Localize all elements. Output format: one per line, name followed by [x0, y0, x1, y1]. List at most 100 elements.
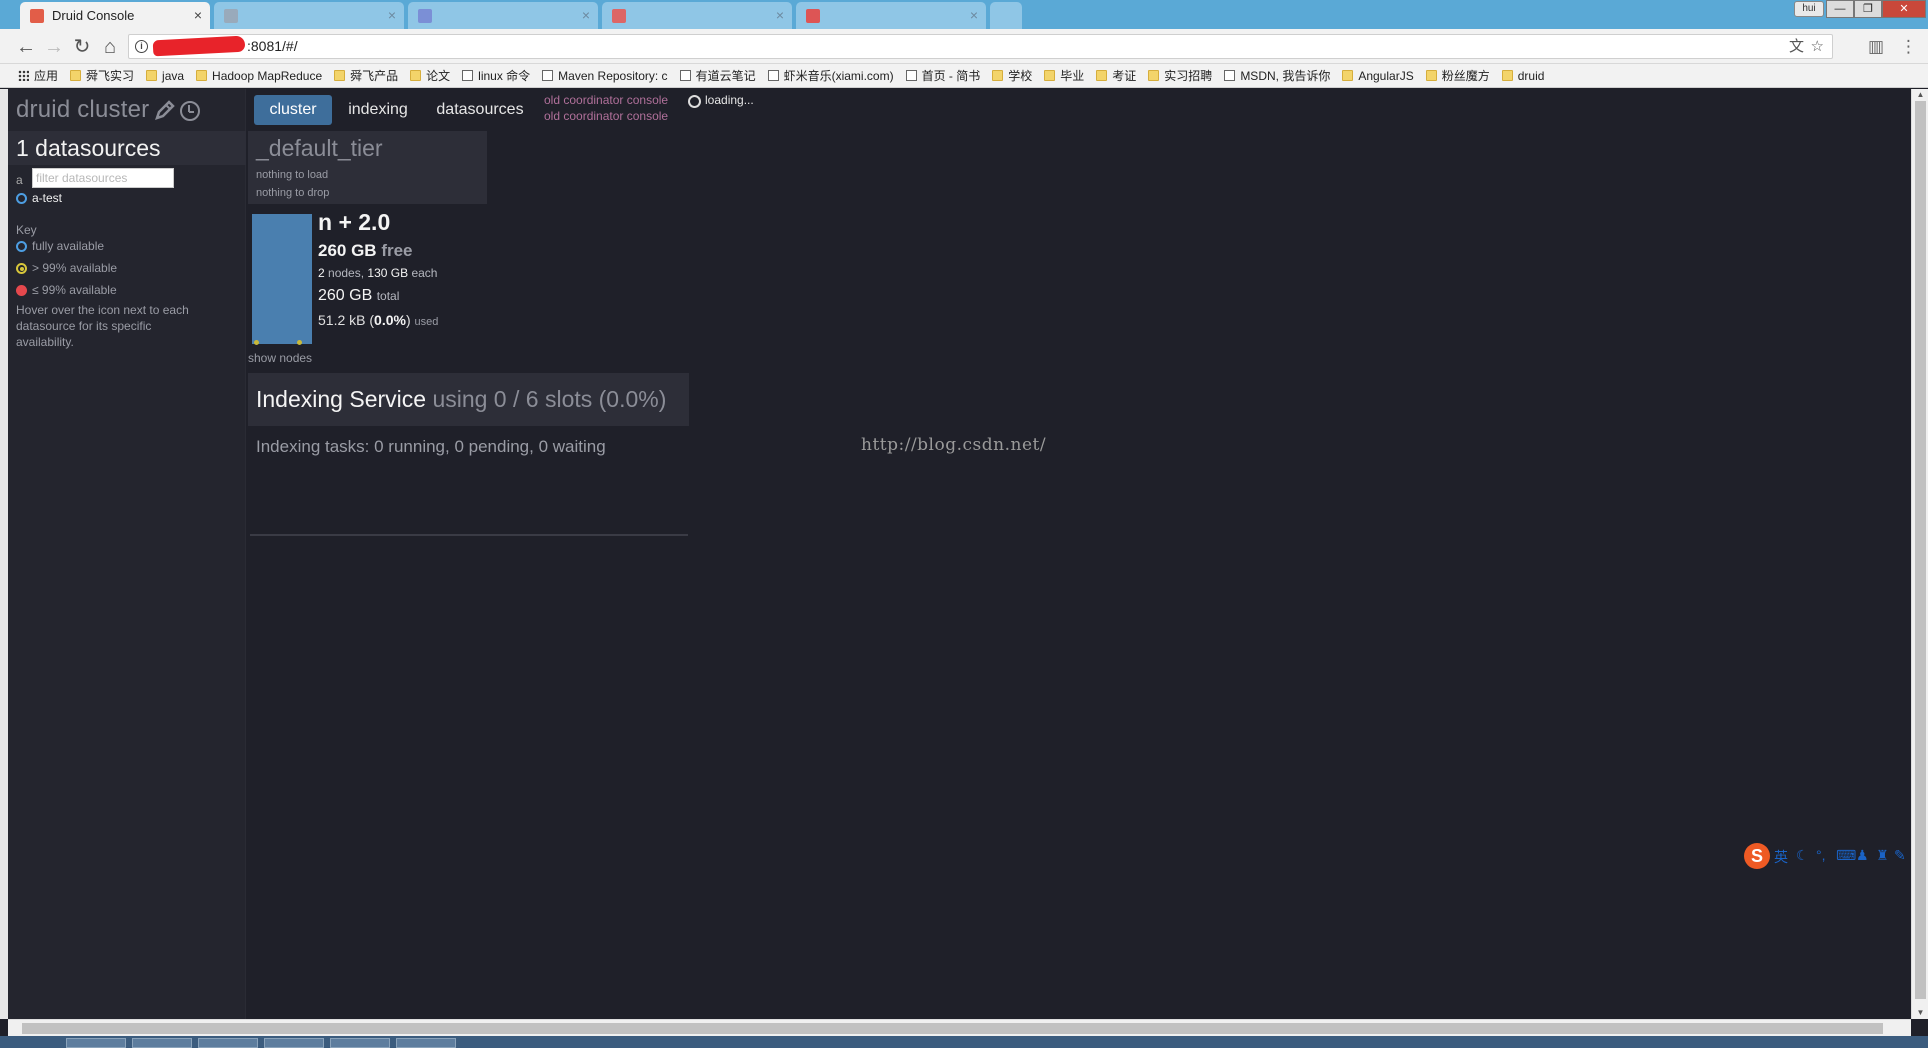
skin-icon[interactable]: ♜ — [1876, 847, 1889, 864]
indexing-tasks: Indexing tasks: 0 running, 0 pending, 0 … — [256, 437, 606, 456]
bookmark-item[interactable]: AngularJS — [1342, 64, 1414, 87]
horizontal-scrollbar[interactable] — [8, 1019, 1911, 1036]
tab-close-icon[interactable]: × — [970, 2, 978, 29]
node-dot — [254, 340, 259, 345]
taskbar-item[interactable] — [396, 1038, 456, 1048]
bookmark-label: 虾米音乐(xiami.com) — [783, 69, 894, 83]
punctuation-icon[interactable]: °, — [1816, 847, 1826, 863]
partially-available-icon — [16, 263, 27, 274]
tab-favicon-icon — [612, 9, 626, 23]
old-coordinator-link[interactable]: old coordinator console — [544, 93, 668, 107]
vertical-scrollbar[interactable]: ▲ ▼ — [1911, 89, 1928, 1019]
bookmark-item[interactable]: linux 命令 — [462, 64, 530, 87]
datasource-item-a-test[interactable]: a-test — [32, 191, 62, 205]
restore-button[interactable]: ❐ — [1854, 0, 1882, 18]
menu-icon[interactable]: ⋮ — [1900, 35, 1917, 59]
keyboard-icon[interactable]: ⌨ — [1836, 847, 1856, 864]
folder-icon — [70, 70, 82, 81]
moon-icon[interactable]: ☾ — [1796, 847, 1809, 864]
back-arrow-icon[interactable]: ← — [14, 35, 38, 59]
bookmark-item[interactable]: java — [146, 64, 184, 87]
scroll-down-icon[interactable]: ▼ — [1912, 1007, 1928, 1019]
bookmark-label: 考证 — [1112, 69, 1137, 83]
minimize-button[interactable]: — — [1826, 0, 1854, 18]
tab-indexing[interactable]: indexing — [338, 95, 418, 125]
bookmark-item[interactable]: 实习招聘 — [1148, 64, 1213, 87]
profile-badge[interactable]: hui — [1794, 1, 1824, 17]
bookmark-item[interactable]: 舜飞实习 — [70, 64, 134, 87]
sogou-logo-icon[interactable]: S — [1744, 843, 1770, 869]
tab-inactive-2[interactable]: × — [408, 2, 598, 29]
vertical-scroll-thumb[interactable] — [1915, 101, 1926, 999]
key-help-text: Hover over the icon next to each datasou… — [16, 303, 189, 349]
horizontal-scroll-thumb[interactable] — [22, 1023, 1883, 1034]
address-bar[interactable]: i :8081/#/ 文 ☆ — [128, 34, 1833, 59]
tab-datasources[interactable]: datasources — [424, 95, 536, 125]
wrench-icon[interactable]: ✎ — [1894, 847, 1906, 864]
bookmark-item[interactable]: 应用 — [18, 64, 59, 87]
translate-icon[interactable]: 文 — [1789, 35, 1804, 58]
bookmark-item[interactable]: 考证 — [1096, 64, 1137, 87]
tab-close-icon[interactable]: × — [582, 2, 590, 29]
home-icon[interactable]: ⌂ — [98, 35, 122, 59]
tab-inactive-1[interactable]: × — [214, 2, 404, 29]
ime-language-mode[interactable]: 英 — [1774, 847, 1788, 867]
taskbar-item[interactable] — [66, 1038, 126, 1048]
old-coordinator-link[interactable]: old coordinator console — [544, 109, 668, 123]
bookmark-item[interactable]: MSDN, 我告诉你 — [1224, 64, 1330, 87]
extension-icon[interactable]: ▥ — [1868, 35, 1884, 59]
node-count: 2 — [318, 266, 325, 280]
bookmark-star-icon[interactable]: ☆ — [1811, 35, 1824, 58]
tab-cluster[interactable]: cluster — [254, 95, 332, 125]
each-label: each — [411, 266, 438, 280]
bookmark-item[interactable]: druid — [1501, 64, 1544, 87]
tab-inactive-3[interactable]: × — [602, 2, 792, 29]
taskbar-item[interactable] — [198, 1038, 258, 1048]
new-tab-button[interactable] — [990, 2, 1022, 29]
show-nodes-link[interactable]: show nodes — [248, 351, 312, 365]
taskbar-item[interactable] — [330, 1038, 390, 1048]
bookmark-item[interactable]: 论文 — [410, 64, 450, 87]
taskbar-item[interactable] — [264, 1038, 324, 1048]
under-99-available-icon — [16, 285, 27, 296]
bookmark-item[interactable]: Hadoop MapReduce — [196, 64, 322, 87]
folder-icon — [992, 70, 1004, 81]
window-close-button[interactable]: ✕ — [1882, 0, 1926, 18]
bookmark-label: 应用 — [34, 69, 59, 83]
bookmark-item[interactable]: 有道云笔记 — [679, 64, 756, 87]
tier-name: _default_tier — [256, 135, 383, 161]
bookmark-item[interactable]: 毕业 — [1044, 64, 1084, 87]
user-icon[interactable]: ♟ — [1856, 847, 1869, 864]
key-fully-available: fully available — [32, 239, 105, 253]
tab-close-icon[interactable]: × — [776, 2, 784, 29]
bookmark-label: 实习招聘 — [1164, 69, 1213, 83]
folder-icon — [1096, 70, 1108, 81]
filter-datasources-input[interactable] — [32, 168, 174, 188]
forward-arrow-icon[interactable]: → — [42, 35, 66, 59]
tab-close-icon[interactable]: × — [388, 2, 396, 29]
folder-icon — [1044, 70, 1056, 81]
bookmark-item[interactable]: 首页 - 简书 — [905, 64, 980, 87]
reload-icon[interactable]: ↻ — [70, 35, 94, 59]
bookmark-item[interactable]: 学校 — [992, 64, 1032, 87]
tab-favicon-icon — [224, 9, 238, 23]
bookmark-item[interactable]: 舜飞产品 — [334, 64, 398, 87]
fully-available-icon — [16, 241, 27, 252]
bookmark-item[interactable]: Maven Repository: c — [542, 64, 668, 87]
taskbar-item[interactable] — [132, 1038, 192, 1048]
site-info-icon[interactable]: i — [135, 40, 148, 53]
indexing-service-label: Indexing Service — [256, 386, 427, 412]
tab-close-icon[interactable]: × — [194, 2, 202, 29]
scroll-up-icon[interactable]: ▲ — [1912, 89, 1928, 101]
bookmark-label: Maven Repository: c — [558, 69, 668, 83]
bookmark-item[interactable]: 粉丝魔方 — [1425, 64, 1490, 87]
clock-icon[interactable] — [180, 101, 200, 121]
ime-toolbar: S 英 ☾ °, ⌨ ♟ ♜ ✎ — [1744, 843, 1924, 869]
pencil-icon[interactable] — [154, 99, 176, 121]
tab-inactive-4[interactable]: × — [796, 2, 986, 29]
bookmark-item[interactable]: 虾米音乐(xiami.com) — [767, 64, 894, 87]
tab-druid-console[interactable]: Druid Console × — [20, 2, 210, 29]
page-icon — [1224, 70, 1236, 81]
screen: Druid Console × × × × × hui — ❐ ✕ ← → ↻ … — [0, 0, 1928, 1048]
datasources-header: 1 datasources — [8, 131, 246, 165]
